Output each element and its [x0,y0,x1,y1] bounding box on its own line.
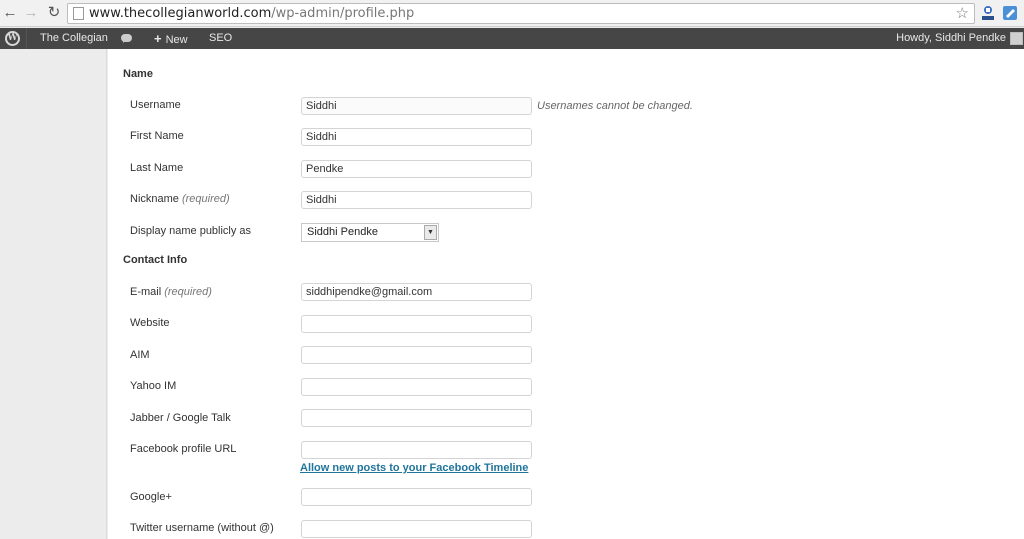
facebook-timeline-link[interactable]: Allow new posts to your Facebook Timelin… [300,462,528,474]
email-input[interactable] [301,283,532,301]
facebook-url-input[interactable] [301,441,532,459]
username-label: Username [130,99,181,111]
name-section-title: Name [123,68,153,80]
facebook-url-label: Facebook profile URL [130,443,237,455]
twitter-label: Twitter username (without @) [130,522,274,534]
email-label-text: E-mail [130,286,162,298]
comments-button[interactable] [121,28,135,49]
url-host: www.thecollegianworld.com [89,6,272,21]
avatar[interactable] [1010,32,1023,45]
jabber-input[interactable] [301,409,532,427]
wordpress-logo-icon: W [5,31,20,46]
extension-download-icon[interactable] [980,5,996,21]
aim-label: AIM [130,349,150,361]
admin-sidebar [0,49,107,539]
display-name-label: Display name publicly as [130,225,252,237]
new-label: New [165,34,188,46]
first-name-label: First Name [130,130,184,142]
url-path: /wp-admin/profile.php [271,6,415,21]
contact-info-section-title: Contact Info [123,254,188,266]
site-name-link[interactable]: The Collegian [40,28,108,49]
display-name-selected: Siddhi Pendke [307,226,378,238]
email-required-note: (required) [164,286,212,298]
reload-icon[interactable]: ↻ [46,5,62,21]
address-bar[interactable]: www.thecollegianworld.com/wp-admin/profi… [67,3,975,24]
jabber-label: Jabber / Google Talk [130,412,231,424]
display-name-select[interactable]: Siddhi Pendke ▼ [301,223,439,242]
nickname-required-note: (required) [181,193,230,205]
profile-form: Name Username Usernames cannot be change… [108,49,1024,539]
wordpress-logo-button[interactable]: W [0,28,27,49]
nickname-label: Nickname (required) [130,193,230,205]
forward-arrow-icon[interactable]: → [23,5,39,21]
last-name-label: Last Name [130,162,184,174]
email-label: E-mail (required) [130,286,212,298]
chevron-down-icon[interactable]: ▼ [424,225,437,240]
page-icon [73,7,84,20]
website-label: Website [130,317,170,329]
nickname-label-text: Nickname [130,193,179,205]
username-input[interactable] [301,97,532,115]
nickname-input[interactable] [301,191,532,209]
last-name-input[interactable] [301,160,532,178]
yahoo-im-label: Yahoo IM [130,380,177,392]
plus-icon: + [154,31,162,46]
browser-toolbar: ← → ↻ www.thecollegianworld.com/wp-admin… [0,0,1024,27]
wp-admin-bar: W The Collegian + New SEO Howdy, Siddhi P… [0,28,1024,49]
googleplus-label: Google+ [130,491,172,503]
googleplus-input[interactable] [301,488,532,506]
first-name-input[interactable] [301,128,532,146]
back-arrow-icon[interactable]: ← [2,5,18,21]
aim-input[interactable] [301,346,532,364]
extension-blue-icon[interactable] [1002,5,1018,21]
url-text[interactable]: www.thecollegianworld.com/wp-admin/profi… [89,6,414,21]
new-content-button[interactable]: + New [154,28,188,49]
seo-menu-button[interactable]: SEO [209,28,232,49]
bookmark-star-icon[interactable]: ☆ [956,4,969,22]
howdy-user-link[interactable]: Howdy, Siddhi Pendke [896,28,1006,49]
username-hint: Usernames cannot be changed. [537,100,693,112]
yahoo-im-input[interactable] [301,378,532,396]
comment-bubble-icon [121,34,132,43]
twitter-input[interactable] [301,520,532,538]
website-input[interactable] [301,315,532,333]
